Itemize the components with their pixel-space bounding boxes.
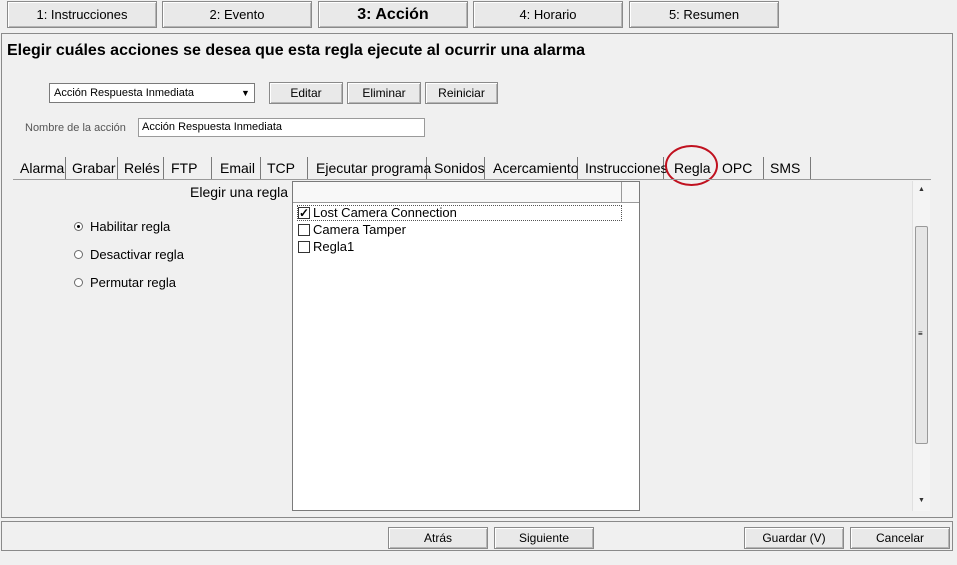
action-name-label: Nombre de la acción (25, 122, 126, 134)
reset-button[interactable]: Reiniciar (425, 82, 498, 104)
tab-sms[interactable]: SMS (766, 157, 811, 179)
tab-sonidos[interactable]: Sonidos (430, 157, 485, 179)
edit-button-label: Editar (290, 86, 322, 100)
page-title: Elegir cuáles acciones se desea que esta… (7, 42, 586, 59)
back-button[interactable]: Atrás (388, 527, 488, 549)
action-select-value: Acción Respuesta Inmediata (54, 87, 195, 99)
save-button[interactable]: Guardar (V) (744, 527, 844, 549)
tab-instrucciones[interactable]: Instrucciones (581, 157, 667, 179)
back-button-label: Atrás (423, 531, 452, 545)
rule-checkbox-camera-tamper[interactable] (298, 224, 310, 236)
vertical-scrollbar[interactable]: ▲ ≡ ▼ (912, 181, 930, 511)
radio-toggle-rule[interactable] (74, 278, 83, 287)
tab-reles[interactable]: Relés (120, 157, 164, 179)
cancel-button-label: Cancelar (875, 531, 925, 545)
rule-checkbox-regla1[interactable] (298, 241, 310, 253)
wizard-step-5-label: 5: Resumen (668, 7, 740, 22)
rule-name-camera-tamper: Camera Tamper (313, 222, 406, 237)
scroll-thumb[interactable]: ≡ (915, 226, 928, 444)
rule-list-header-divider (621, 182, 622, 202)
rule-name-lost-camera: Lost Camera Connection (313, 205, 457, 220)
wizard-step-5[interactable]: 5: Resumen (629, 1, 779, 28)
rule-list-header (293, 182, 639, 203)
tab-tcp[interactable]: TCP (263, 157, 308, 179)
delete-button[interactable]: Eliminar (347, 82, 421, 104)
scroll-up-arrow-icon[interactable]: ▲ (913, 183, 930, 197)
wizard-step-3[interactable]: 3: Acción (318, 1, 468, 28)
chevron-down-icon[interactable]: ▼ (239, 86, 252, 100)
tab-grabar[interactable]: Grabar (68, 157, 118, 179)
tab-email[interactable]: Email (216, 157, 261, 179)
tab-alarma[interactable]: Alarma (16, 157, 66, 179)
edit-button[interactable]: Editar (269, 82, 343, 104)
wizard-step-2-label: 2: Evento (209, 7, 265, 22)
next-button[interactable]: Siguiente (494, 527, 594, 549)
tab-acercamiento[interactable]: Acercamiento (489, 157, 579, 179)
tab-ejecutar-programa[interactable]: Ejecutar programa (312, 157, 431, 179)
wizard-step-1[interactable]: 1: Instrucciones (7, 1, 157, 28)
scroll-down-arrow-icon[interactable]: ▼ (913, 494, 930, 508)
save-button-label: Guardar (V) (762, 531, 826, 545)
wizard-step-3-label: 3: Acción (357, 5, 429, 23)
cancel-button[interactable]: Cancelar (850, 527, 950, 549)
radio-enable-rule[interactable] (74, 222, 83, 231)
enable-rule-label: Habilitar regla (90, 219, 171, 234)
tab-opc[interactable]: OPC (718, 157, 764, 179)
next-button-label: Siguiente (518, 531, 570, 545)
disable-rule-label: Desactivar regla (90, 247, 184, 262)
action-select[interactable]: Acción Respuesta Inmediata ▼ (49, 83, 255, 103)
wizard-step-2[interactable]: 2: Evento (162, 1, 312, 28)
wizard-step-1-label: 1: Instrucciones (36, 7, 128, 22)
reset-button-label: Reiniciar (438, 86, 485, 100)
rule-checkbox-lost-camera[interactable]: ✓ (298, 207, 310, 219)
action-name-field[interactable]: Acción Respuesta Inmediata (138, 118, 425, 137)
wizard-step-4[interactable]: 4: Horario (473, 1, 623, 28)
delete-button-label: Eliminar (362, 86, 406, 100)
toggle-rule-label: Permutar regla (90, 275, 176, 290)
rule-name-regla1: Regla1 (313, 239, 355, 254)
grip-icon: ≡ (918, 329, 923, 338)
radio-disable-rule[interactable] (74, 250, 83, 259)
tab-ftp[interactable]: FTP (167, 157, 212, 179)
wizard-step-4-label: 4: Horario (519, 7, 577, 22)
choose-rule-label: Elegir una regla (190, 184, 289, 200)
